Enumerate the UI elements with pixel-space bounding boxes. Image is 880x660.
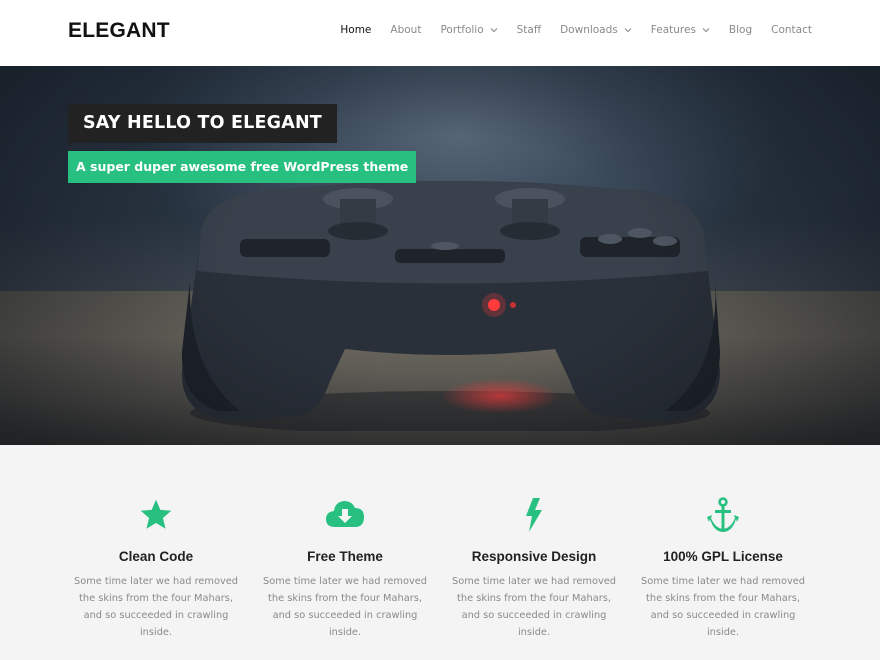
feature-description: Some time later we had removed the skins… bbox=[451, 576, 616, 638]
nav-item-about[interactable]: About bbox=[381, 24, 431, 36]
cloud-download-icon bbox=[325, 497, 365, 537]
feature-title: 100% GPL License bbox=[663, 549, 783, 564]
nav-label: Staff bbox=[516, 24, 542, 36]
hero-banner: SAY HELLO TO ELEGANT A super duper aweso… bbox=[0, 66, 880, 445]
nav-label: About bbox=[390, 24, 422, 36]
site-logo[interactable]: ELEGANT bbox=[68, 19, 170, 43]
feature-title: Responsive Design bbox=[471, 549, 597, 564]
nav-item-home[interactable]: Home bbox=[331, 24, 381, 36]
site-header: ELEGANT Home About Portfolio Staff Downl… bbox=[0, 0, 880, 66]
feature-description: Some time later we had removed the skins… bbox=[73, 576, 238, 638]
chevron-down-icon bbox=[624, 27, 632, 33]
nav-item-downloads[interactable]: Downloads bbox=[551, 24, 642, 36]
main-nav: Home About Portfolio Staff Downloads Fea… bbox=[331, 24, 812, 36]
chevron-down-icon bbox=[490, 27, 498, 33]
nav-label: Contact bbox=[771, 24, 812, 36]
nav-label: Home bbox=[340, 24, 372, 36]
feature-description: Some time later we had removed the skins… bbox=[262, 576, 427, 638]
feature-title: Free Theme bbox=[307, 549, 383, 564]
nav-label: Blog bbox=[728, 24, 753, 36]
bolt-icon bbox=[514, 497, 554, 537]
nav-item-contact[interactable]: Contact bbox=[762, 24, 812, 36]
nav-item-portfolio[interactable]: Portfolio bbox=[431, 24, 507, 36]
nav-item-features[interactable]: Features bbox=[641, 24, 719, 36]
star-icon bbox=[136, 497, 176, 537]
features-section: Clean Code Some time later we had remove… bbox=[0, 445, 880, 660]
hero-title: SAY HELLO TO ELEGANT bbox=[68, 104, 337, 143]
anchor-icon bbox=[703, 497, 743, 537]
chevron-down-icon bbox=[702, 27, 710, 33]
hero-subtitle: A super duper awesome free WordPress the… bbox=[68, 151, 417, 183]
nav-label: Features bbox=[650, 24, 696, 36]
feature-description: Some time later we had removed the skins… bbox=[640, 576, 805, 638]
nav-item-blog[interactable]: Blog bbox=[719, 24, 761, 36]
nav-label: Downloads bbox=[560, 24, 618, 36]
nav-label: Portfolio bbox=[440, 24, 484, 36]
nav-item-staff[interactable]: Staff bbox=[507, 24, 550, 36]
feature-title: Clean Code bbox=[118, 549, 194, 564]
